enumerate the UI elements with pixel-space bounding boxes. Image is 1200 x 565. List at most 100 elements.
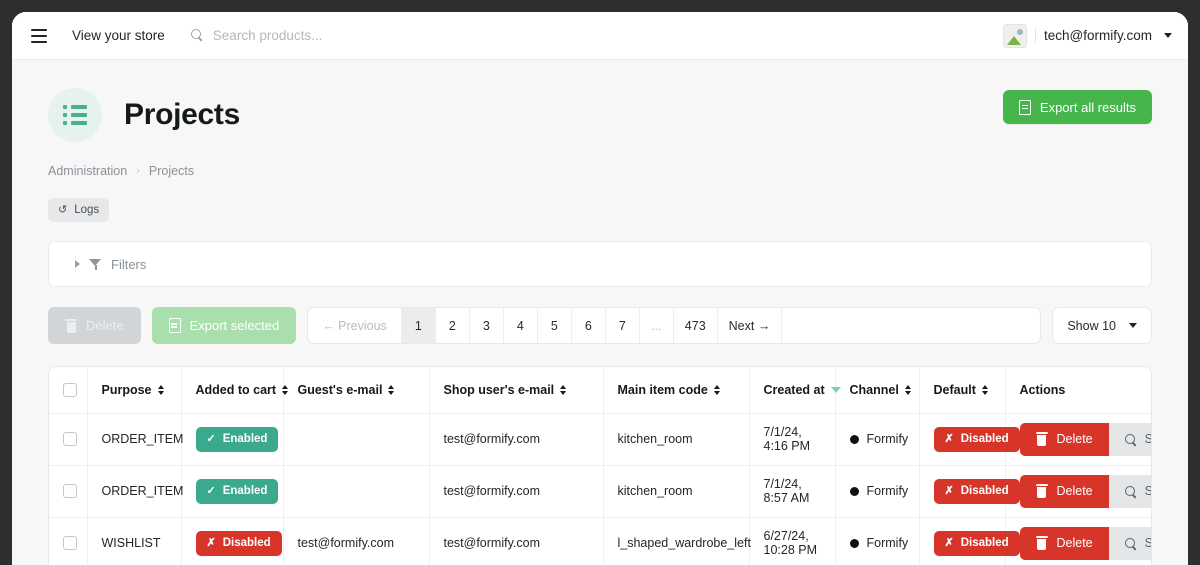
pagination-page-6[interactable]: 6: [572, 308, 606, 343]
view-your-store-link[interactable]: View your store: [72, 28, 165, 43]
sort-icon: [560, 384, 567, 395]
pagination-page-2[interactable]: 2: [436, 308, 470, 343]
column-header-guests-email[interactable]: Guest's e-mail: [283, 367, 430, 414]
breadcrumb-separator: ›: [136, 165, 140, 177]
search-box[interactable]: [190, 28, 1003, 43]
trash-icon: [65, 318, 77, 333]
history-icon: ↺: [58, 203, 68, 216]
column-header-main-item-code[interactable]: Main item code: [603, 367, 750, 414]
user-account-menu[interactable]: tech@formify.com: [1003, 23, 1172, 48]
row-delete-button[interactable]: Delete: [1019, 526, 1109, 560]
sort-descending-active-icon: [830, 386, 841, 393]
cell-channel: Formify: [835, 413, 920, 466]
user-email-label[interactable]: tech@formify.com: [1044, 28, 1152, 43]
page-title: Projects: [124, 98, 240, 131]
cell-shop-users-email: test@formify.com: [429, 517, 604, 565]
search-icon: [1124, 433, 1136, 445]
cell-actions: Delete Show: [1005, 465, 1151, 518]
row-show-label: Show: [1145, 484, 1151, 498]
row-show-label: Show: [1145, 432, 1151, 446]
row-delete-button[interactable]: Delete: [1019, 422, 1109, 456]
select-all-checkbox[interactable]: [63, 382, 77, 397]
filters-panel-toggle[interactable]: Filters: [48, 241, 1152, 287]
row-show-button[interactable]: Show: [1108, 474, 1151, 508]
cell-created-at: 7/1/24, 8:57 AM: [749, 465, 836, 518]
column-header-default[interactable]: Default: [919, 367, 1006, 414]
pagination-ellipsis: ...: [640, 308, 674, 343]
column-header-channel[interactable]: Channel: [835, 367, 920, 414]
table-toolbar: Delete Export selected ← Previous 1 2 3 …: [48, 307, 1152, 344]
filters-label: Filters: [111, 256, 147, 272]
delete-selected-button[interactable]: Delete: [48, 307, 141, 344]
status-badge-label: Disabled: [960, 485, 1009, 497]
breadcrumb-item-administration[interactable]: Administration: [48, 164, 127, 178]
status-badge-disabled[interactable]: ✗ Disabled: [195, 530, 282, 556]
search-input[interactable]: [212, 28, 473, 43]
sort-icon: [904, 384, 911, 395]
breadcrumb-item-projects[interactable]: Projects: [149, 164, 194, 178]
row-delete-button[interactable]: Delete: [1019, 474, 1109, 508]
cell-purpose: ORDER_ITEM: [87, 413, 183, 466]
pagination-page-4[interactable]: 4: [504, 308, 538, 343]
chevron-down-icon: [1129, 323, 1137, 328]
document-icon: [168, 318, 181, 333]
channel-dot-icon: [849, 486, 859, 496]
cell-purpose: ORDER_ITEM: [87, 465, 183, 518]
export-selected-label: Export selected: [189, 318, 280, 333]
search-icon: [1124, 485, 1136, 497]
cell-added-to-cart: ✓ Enabled: [181, 413, 284, 466]
cell-guests-email: [283, 413, 430, 466]
column-header-purpose[interactable]: Purpose: [87, 367, 182, 414]
row-checkbox[interactable]: [63, 536, 77, 550]
table-row: ORDER_ITEM ✓ Enabled test@formify.com ki…: [49, 465, 1151, 518]
rows-per-page-select[interactable]: Show 10: [1052, 307, 1152, 344]
export-all-results-button[interactable]: Export all results: [1002, 90, 1152, 124]
channel-dot-icon: [849, 434, 859, 444]
cell-channel: Formify: [835, 517, 920, 565]
table-row: WISHLIST ✗ Disabled test@formify.com tes…: [49, 517, 1151, 565]
cell-default: ✗ Disabled: [919, 517, 1020, 565]
status-badge-enabled[interactable]: ✓ Enabled: [195, 426, 279, 452]
pagination-page-3[interactable]: 3: [470, 308, 504, 343]
cell-shop-users-email: test@formify.com: [429, 465, 604, 518]
column-header-added-to-cart[interactable]: Added to cart: [181, 367, 289, 414]
breadcrumb: Administration › Projects: [48, 164, 1152, 178]
logs-button[interactable]: ↺ Logs: [48, 198, 110, 222]
chevron-down-icon[interactable]: [1164, 33, 1172, 38]
hamburger-menu-icon[interactable]: [26, 23, 52, 49]
cell-added-to-cart: ✓ Enabled: [181, 465, 284, 518]
cell-main-item-code: kitchen_room: [603, 465, 750, 518]
pagination-page-5[interactable]: 5: [538, 308, 572, 343]
row-show-button[interactable]: Show: [1108, 526, 1151, 560]
cross-icon: ✗: [944, 432, 954, 445]
cell-actions: Delete Show: [1005, 517, 1151, 565]
row-show-button[interactable]: Show: [1108, 422, 1151, 456]
column-header-created-at[interactable]: Created at: [749, 367, 841, 414]
top-bar: View your store tech@formify.com: [12, 12, 1188, 60]
app-window: View your store tech@formify.com Project…: [12, 12, 1188, 565]
pagination-page-1[interactable]: 1: [401, 308, 436, 343]
pagination-next[interactable]: Next →: [718, 308, 783, 343]
pagination-page-7[interactable]: 7: [606, 308, 640, 343]
check-icon: ✓: [206, 484, 216, 497]
funnel-icon: [89, 258, 102, 271]
column-label: Channel: [849, 382, 899, 397]
export-selected-button[interactable]: Export selected: [151, 307, 297, 344]
row-select-cell: [49, 465, 88, 518]
search-icon: [1124, 537, 1136, 549]
row-select-cell: [49, 517, 88, 565]
row-checkbox[interactable]: [63, 432, 77, 446]
column-header-shop-users-email[interactable]: Shop user's e-mail: [429, 367, 604, 414]
pagination-previous[interactable]: ← Previous: [308, 308, 402, 343]
sort-icon: [713, 384, 720, 395]
trash-icon: [1035, 536, 1048, 550]
column-label: Actions: [1019, 382, 1066, 397]
column-label: Guest's e-mail: [297, 382, 383, 397]
delete-selected-label: Delete: [86, 318, 124, 333]
column-label: Created at: [763, 382, 825, 397]
pagination-page-473[interactable]: 473: [674, 308, 718, 343]
row-checkbox[interactable]: [63, 484, 77, 498]
divider: [1035, 28, 1037, 43]
row-delete-label: Delete: [1056, 432, 1093, 446]
status-badge-enabled[interactable]: ✓ Enabled: [195, 478, 279, 504]
